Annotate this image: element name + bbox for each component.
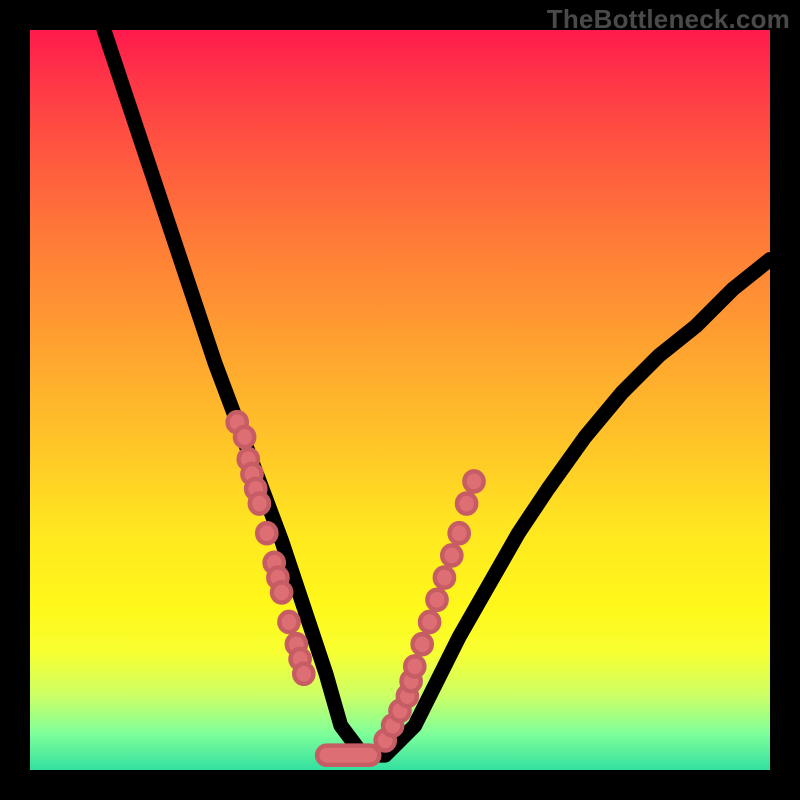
floor-marker-cluster [317,746,379,765]
data-marker [250,493,269,513]
floor-pill [317,746,379,765]
data-marker [294,664,313,684]
data-marker [464,471,483,491]
data-marker [413,634,432,654]
data-marker [457,493,476,513]
data-marker [272,582,291,602]
chart-svg [30,30,770,770]
data-marker [427,590,446,610]
bottleneck-curve [104,30,770,755]
data-marker [279,612,298,632]
data-marker [405,656,424,676]
data-marker [257,523,276,543]
left-marker-cluster [228,412,314,684]
data-marker [435,567,454,587]
data-marker [235,427,254,447]
data-marker [450,523,469,543]
data-marker [420,612,439,632]
data-marker [442,545,461,565]
